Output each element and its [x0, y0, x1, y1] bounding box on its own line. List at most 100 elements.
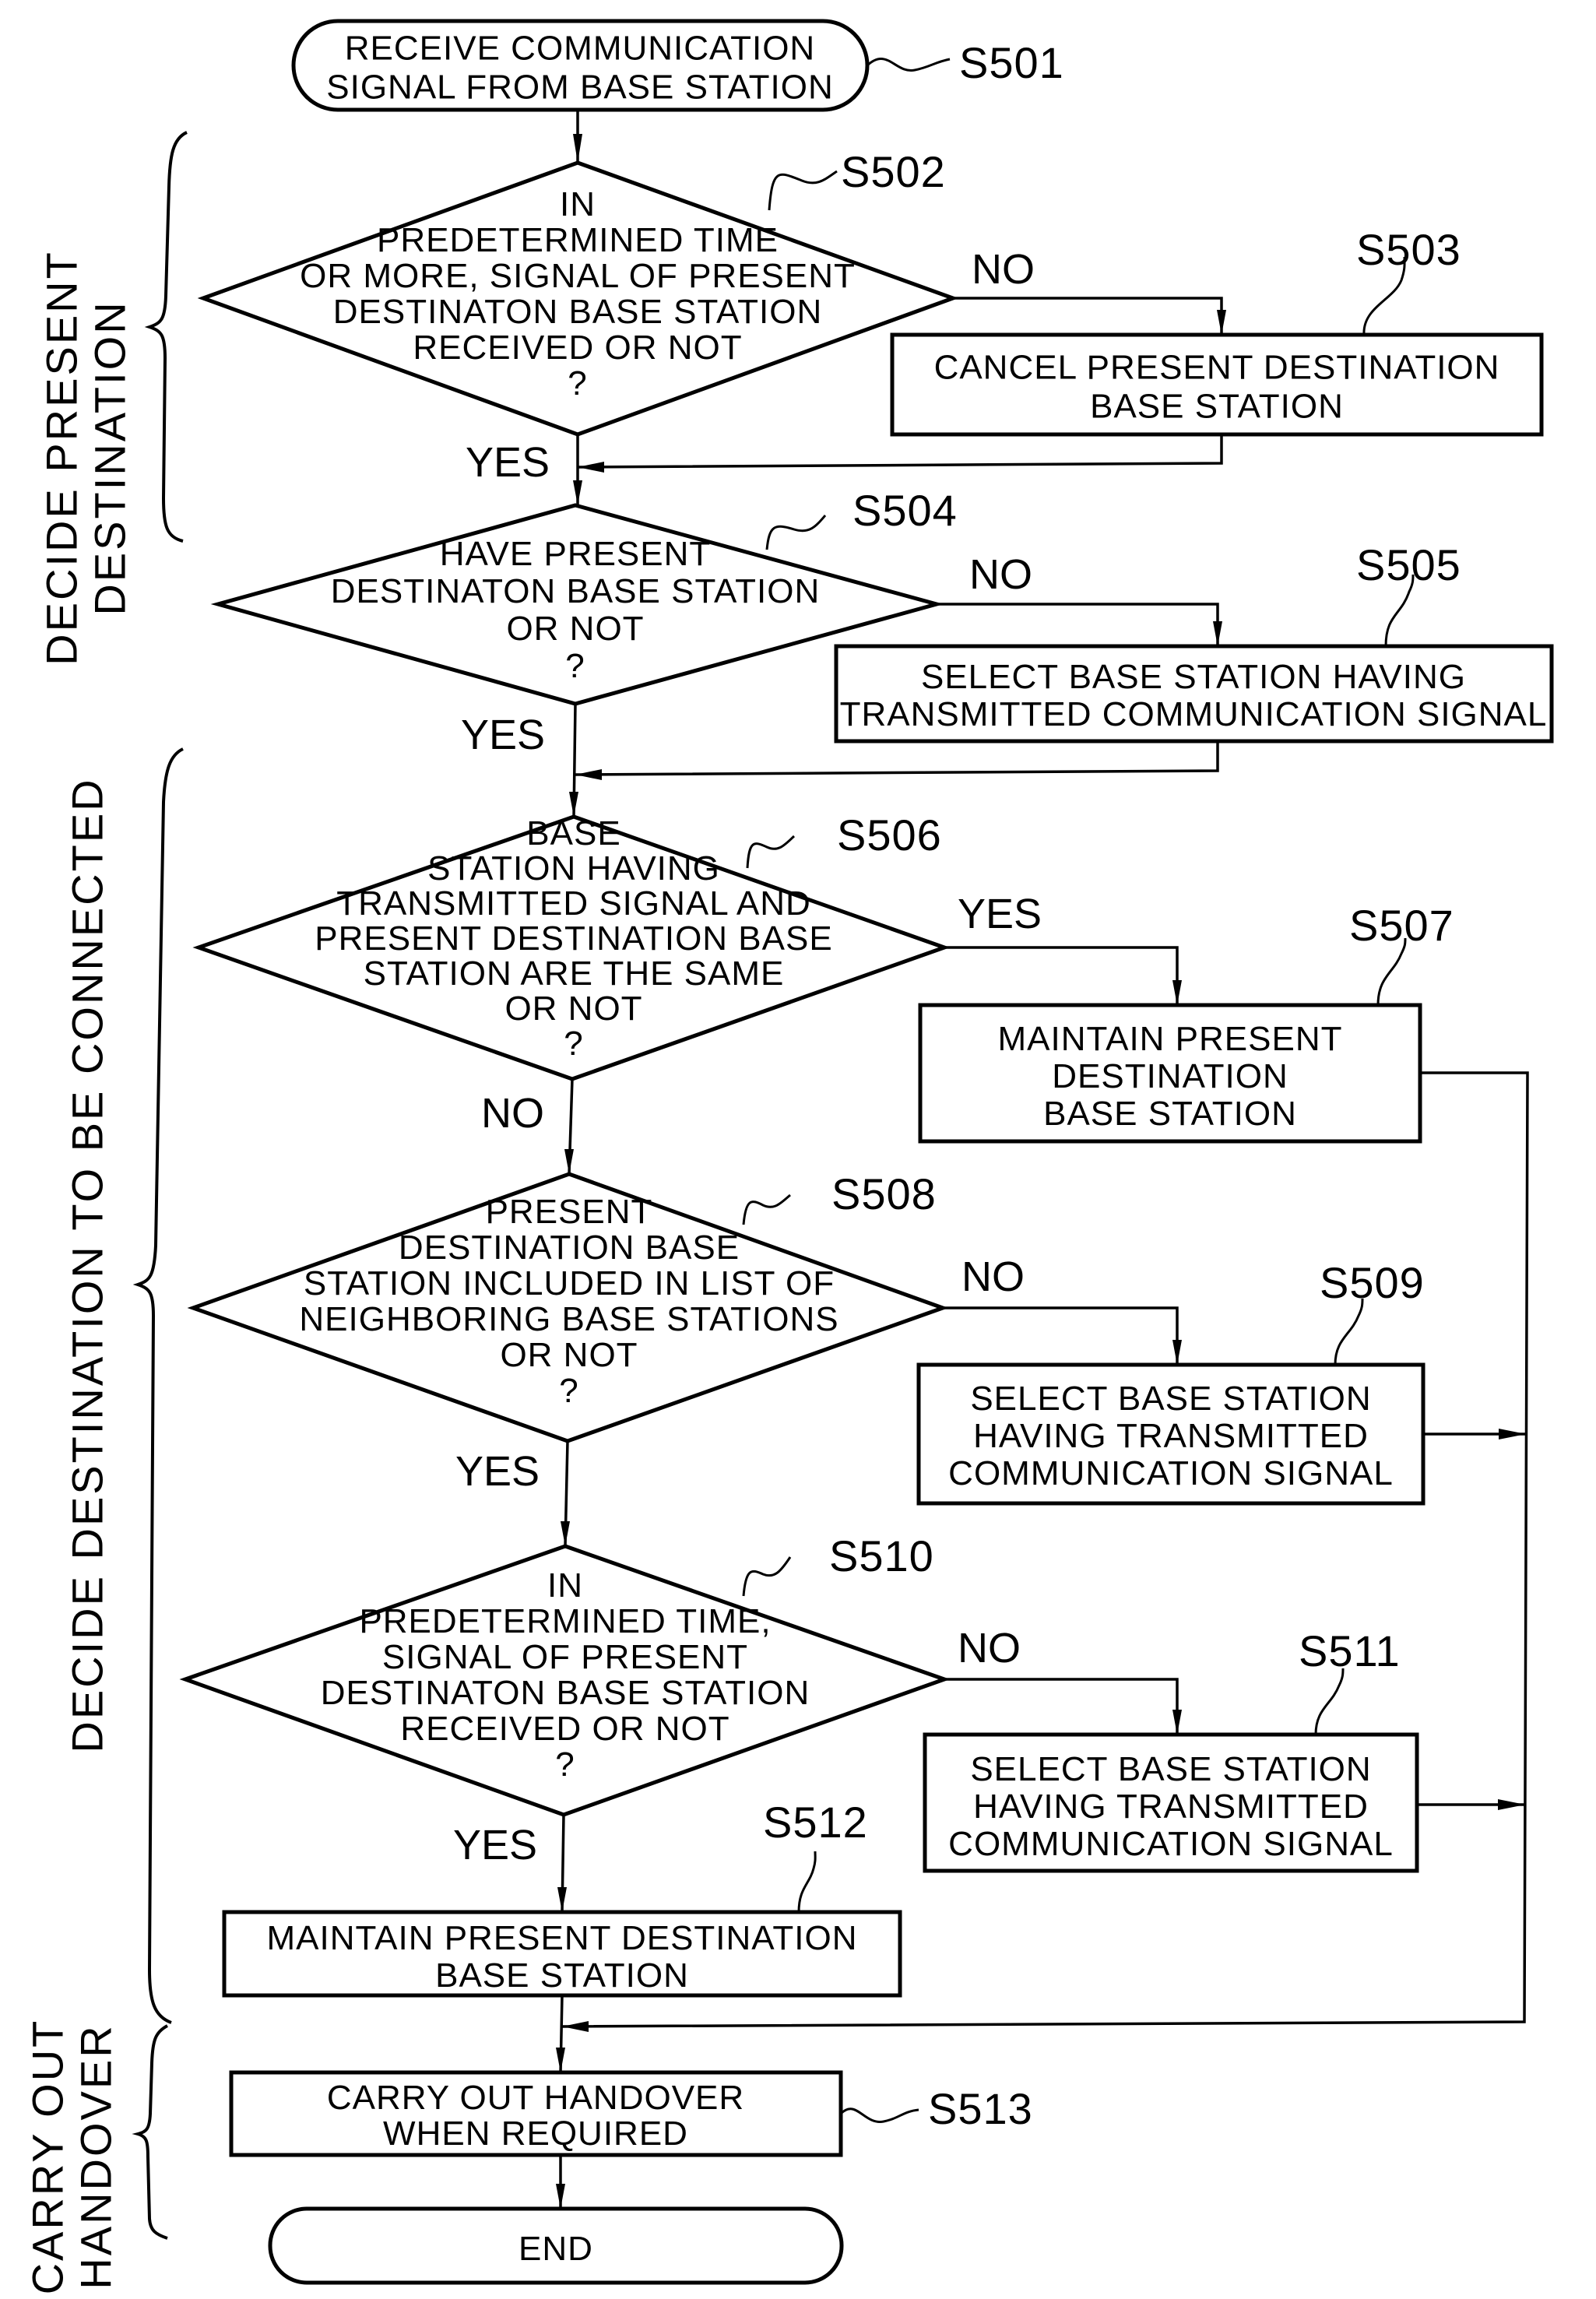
text-line: MAINTAIN PRESENT DESTINATION: [267, 1919, 858, 1957]
arrowhead-down-s511: [1172, 1710, 1182, 1735]
leader-s502: [768, 170, 838, 211]
text-line: PREDETERMINED TIME,: [359, 1602, 771, 1640]
step-label-s501: S501: [959, 38, 1064, 87]
edge-s505-merge: [575, 741, 1219, 776]
text-line: HAVING TRANSMITTED: [973, 1788, 1369, 1826]
edge-s506-s507: [944, 946, 1179, 1005]
text-line: BASE STATION: [1090, 388, 1344, 426]
text-line: DECIDE DESTINATION TO BE CONNECTED: [63, 777, 112, 1752]
text-line: SELECT BASE STATION: [970, 1380, 1371, 1418]
node-s501: RECEIVE COMMUNICATION SIGNAL FROM BASE ST…: [291, 19, 870, 112]
branch-label-s510-yes: YES: [453, 1822, 537, 1868]
edge-s504-s505: [937, 603, 1219, 646]
text-line: NEIGHBORING BASE STATIONS: [299, 1300, 838, 1338]
step-label-s509: S509: [1320, 1258, 1425, 1307]
flowchart-canvas: RECEIVE COMMUNICATION SIGNAL FROM BASE ST…: [23, 19, 1554, 2295]
leader-s506: [746, 835, 796, 869]
text-line: OR NOT: [506, 610, 644, 648]
text-line: BASE: [526, 814, 620, 852]
arrowhead-left-merge3: [562, 2021, 589, 2032]
text-line: HANDOVER: [72, 2023, 121, 2289]
text-line: DESTINATION: [86, 300, 135, 615]
node-s502-text: IN PREDETERMINED TIME OR MORE, SIGNAL OF P…: [300, 185, 856, 403]
text-line: TRANSMITTED COMMUNICATION SIGNAL: [840, 695, 1548, 733]
node-s510: IN PREDETERMINED TIME, SIGNAL OF PRESENT DE…: [179, 1544, 951, 1817]
step-label-s510: S510: [829, 1531, 934, 1580]
text-line: CARRY OUT HANDOVER: [327, 2079, 744, 2117]
edge-s503-merge: [577, 434, 1223, 469]
text-line: END: [519, 2230, 593, 2268]
text-line: OR MORE, SIGNAL OF PRESENT: [300, 257, 856, 295]
node-s503: CANCEL PRESENT DESTINATION BASE STATION: [890, 332, 1544, 437]
step-label-s507: S507: [1349, 901, 1454, 950]
step-label-s508: S508: [831, 1169, 937, 1218]
text-line: ?: [564, 1025, 583, 1063]
node-s509: SELECT BASE STATION HAVING TRANSMITTED COM…: [916, 1362, 1426, 1506]
arrowhead-down-s512: [557, 1887, 567, 1912]
node-s513: CARRY OUT HANDOVER WHEN REQUIRED: [229, 2070, 843, 2157]
text-line: BASE STATION: [435, 1956, 689, 1995]
arrowhead-down-s505: [1213, 621, 1222, 646]
phase-label-decide-present-destination: DECIDE PRESENTDESTINATION: [37, 250, 135, 666]
node-s512: MAINTAIN PRESENT DESTINATION BASE STATION: [222, 1910, 902, 1998]
text-line: SIGNAL FROM BASE STATION: [326, 69, 834, 107]
step-label-s502: S502: [841, 147, 946, 196]
node-s507: MAINTAIN PRESENT DESTINATION BASE STATION: [918, 1003, 1422, 1144]
node-s505-text: SELECT BASE STATION HAVING TRANSMITTED CO…: [840, 658, 1548, 733]
edge-s510-s511: [944, 1678, 1179, 1735]
text-line: COMMUNICATION SIGNAL: [948, 1825, 1394, 1863]
text-line: RECEIVE COMMUNICATION: [345, 30, 815, 68]
step-label-s506: S506: [837, 810, 942, 859]
text-line: SELECT BASE STATION: [970, 1750, 1371, 1788]
leader-s508: [742, 1193, 791, 1225]
node-s506-text: BASE STATION HAVING TRANSMITTED SIGNAL AND…: [315, 814, 832, 1063]
phase-annotations: DECIDE PRESENTDESTINATION DECIDE DESTINA…: [23, 131, 188, 2295]
edge-s507-collector: [561, 1071, 1529, 2028]
node-s513-text: CARRY OUT HANDOVER WHEN REQUIRED: [327, 2079, 744, 2153]
text-line: COMMUNICATION SIGNAL: [948, 1454, 1394, 1492]
arrowhead-right-s511: [1498, 1799, 1525, 1810]
text-line: IN: [560, 185, 596, 223]
text-line: CANCEL PRESENT DESTINATION: [934, 349, 1500, 387]
node-s504: HAVE PRESENT DESTINATON BASE STATION OR NO…: [210, 503, 944, 706]
leader-s504: [765, 515, 827, 550]
text-line: HAVE PRESENT: [440, 535, 712, 573]
branch-label-s508-yes: YES: [455, 1448, 540, 1495]
leader-s513: [839, 2107, 919, 2123]
text-line: STATION ARE THE SAME: [364, 954, 785, 993]
leader-s510: [742, 1556, 792, 1597]
text-line: ?: [568, 364, 587, 403]
text-line: ?: [565, 647, 585, 685]
text-line: CARRY OUT: [23, 2019, 72, 2295]
branch-label-s504-no: NO: [969, 551, 1032, 598]
branch-label-s510-no: NO: [958, 1625, 1021, 1672]
leader-s512: [797, 1851, 817, 1913]
text-line: BASE STATION: [1043, 1095, 1297, 1133]
text-line: PRESENT DESTINATION BASE: [315, 919, 832, 958]
text-line: SELECT BASE STATION HAVING: [921, 658, 1466, 696]
text-line: DECIDE PRESENT: [37, 250, 86, 666]
branch-label-s508-no: NO: [961, 1253, 1025, 1300]
node-s505: SELECT BASE STATION HAVING TRANSMITTED CO…: [834, 644, 1554, 743]
edge-s502-s503: [953, 297, 1223, 335]
branch-label-s506-no: NO: [481, 1090, 544, 1137]
arrowhead-down-s513: [556, 2048, 565, 2072]
brace-decide-destination: [132, 747, 184, 2024]
phase-label-decide-destination: DECIDE DESTINATION TO BE CONNECTED: [63, 777, 112, 1752]
node-end-text: END: [519, 2230, 593, 2268]
arrowhead-down-s507: [1172, 980, 1182, 1005]
node-s508: PRESENT DESTINATION BASE STATION INCLUDED …: [187, 1172, 949, 1443]
node-s506: BASE STATION HAVING TRANSMITTED SIGNAL AND…: [192, 814, 951, 1081]
text-line: DESTINATON BASE STATION: [331, 572, 821, 610]
text-line: TRANSMITTED SIGNAL AND: [336, 884, 811, 923]
text-line: DESTINATON BASE STATION: [333, 293, 823, 331]
step-label-s511: S511: [1299, 1626, 1401, 1675]
phase-label-carry-out-handover: CARRY OUTHANDOVER: [23, 2019, 121, 2295]
branch-label-s502-no: NO: [972, 246, 1035, 293]
leader-s501: [866, 58, 951, 72]
arrowhead-down-s503: [1217, 310, 1226, 335]
text-line: MAINTAIN PRESENT: [997, 1020, 1342, 1058]
step-label-s503: S503: [1356, 225, 1461, 274]
leader-s511: [1314, 1668, 1345, 1735]
text-line: OR NOT: [504, 990, 642, 1028]
